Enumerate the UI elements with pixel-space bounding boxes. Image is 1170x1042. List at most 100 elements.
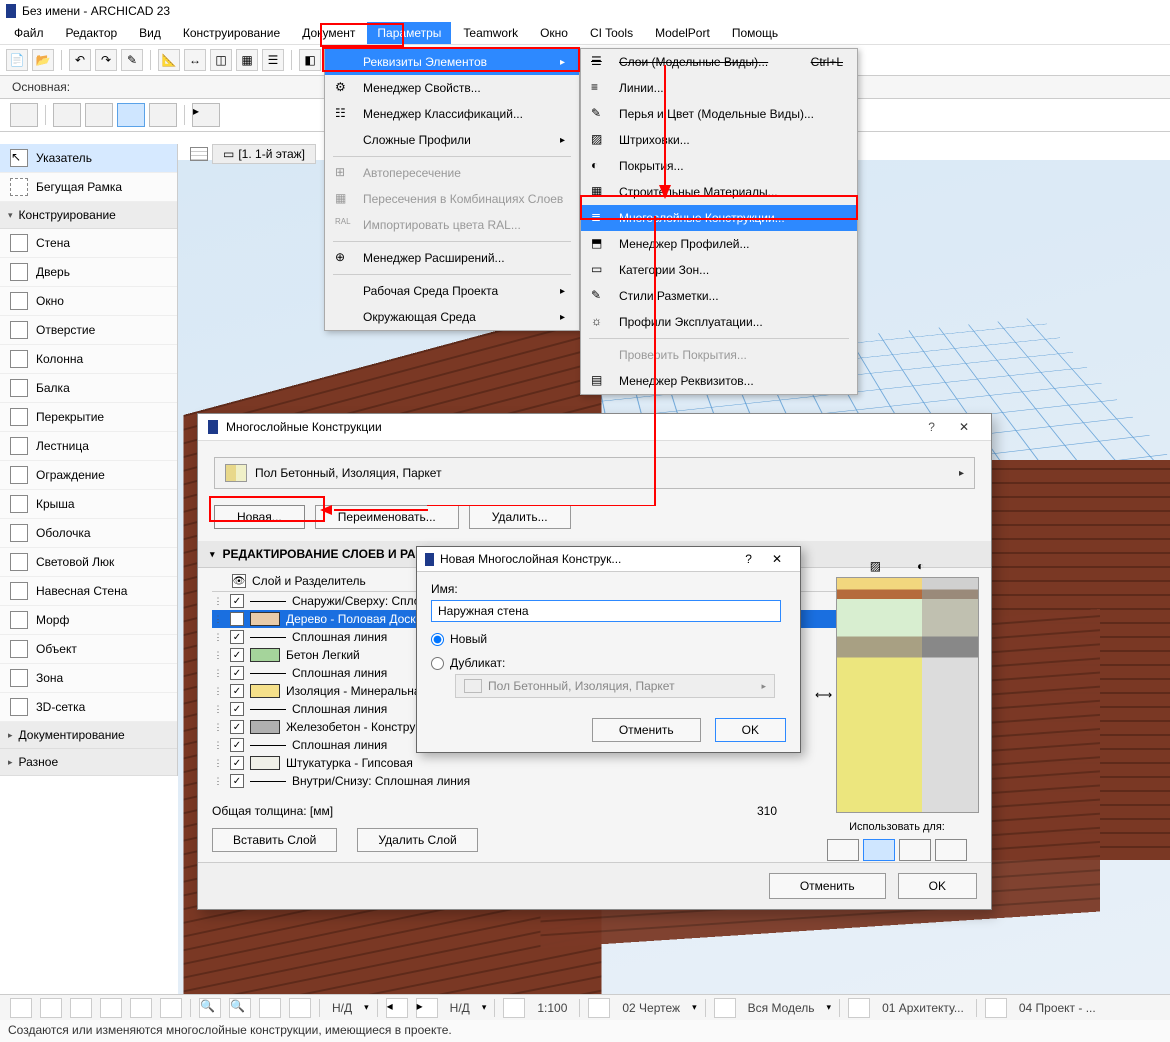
checkbox[interactable]: ✓ bbox=[230, 666, 244, 680]
rename-button[interactable]: Переименовать... bbox=[315, 505, 459, 529]
help-icon[interactable]: ? bbox=[916, 420, 947, 434]
material-swatch[interactable] bbox=[250, 720, 280, 734]
menu-document[interactable]: Документ bbox=[292, 22, 365, 44]
menu-project-pref[interactable]: Рабочая Среда Проекта▸ bbox=[325, 278, 579, 304]
nav-icon[interactable] bbox=[40, 998, 62, 1018]
tool-roof[interactable]: Крыша bbox=[0, 490, 177, 519]
dim-icon[interactable] bbox=[848, 998, 870, 1018]
tool-door[interactable]: Дверь bbox=[0, 258, 177, 287]
nav-icon[interactable] bbox=[70, 998, 92, 1018]
tool-marquee[interactable]: Бегущая Рамка bbox=[0, 173, 177, 202]
checkbox[interactable]: ✓ bbox=[230, 756, 244, 770]
selmode-4[interactable] bbox=[117, 103, 145, 127]
material-swatch[interactable] bbox=[250, 648, 280, 662]
checkbox[interactable]: ✓ bbox=[230, 594, 244, 608]
drag-grip-icon[interactable]: ⋮ bbox=[212, 776, 224, 787]
layer-icon[interactable]: ☰ bbox=[262, 49, 284, 71]
tool-a-icon[interactable]: ◧ bbox=[299, 49, 321, 71]
submenu-operation[interactable]: ☼Профили Эксплуатации... bbox=[581, 309, 857, 335]
menu-work-env[interactable]: Окружающая Среда▸ bbox=[325, 304, 579, 330]
tool-zone[interactable]: Зона bbox=[0, 664, 177, 693]
tab-floorplan[interactable]: ▭ [1. 1-й этаж] bbox=[212, 144, 316, 164]
use-shell-icon[interactable] bbox=[935, 839, 967, 861]
dim-icon[interactable]: ↔ bbox=[184, 49, 206, 71]
model-icon[interactable] bbox=[714, 998, 736, 1018]
redo-icon[interactable]: ↷ bbox=[95, 49, 117, 71]
nav-icon[interactable] bbox=[130, 998, 152, 1018]
tool-wall[interactable]: Стена bbox=[0, 229, 177, 258]
snap-icon[interactable]: ◫ bbox=[210, 49, 232, 71]
tool-column[interactable]: Колонна bbox=[0, 345, 177, 374]
dropdown-arrow-icon[interactable]: ▾ bbox=[692, 1002, 697, 1013]
tool-mesh[interactable]: 3D-сетка bbox=[0, 693, 177, 722]
checkbox[interactable]: ✓ bbox=[230, 774, 244, 788]
group-misc[interactable]: ▸Разное bbox=[0, 749, 177, 776]
drag-grip-icon[interactable]: ⋮ bbox=[212, 632, 224, 643]
project-icon[interactable] bbox=[985, 998, 1007, 1018]
tool-morph[interactable]: Морф bbox=[0, 606, 177, 635]
checkbox[interactable]: ✓ bbox=[230, 648, 244, 662]
ok-button[interactable]: OK bbox=[898, 873, 977, 899]
checkbox[interactable]: ✓ bbox=[230, 702, 244, 716]
composite-selector[interactable]: Пол Бетонный, Изоляция, Паркет ▸ bbox=[214, 457, 975, 489]
nav-icon[interactable] bbox=[100, 998, 122, 1018]
radio-new[interactable]: Новый bbox=[431, 632, 786, 646]
use-slab-icon[interactable] bbox=[863, 839, 895, 861]
submenu-lines[interactable]: ≡Линии... bbox=[581, 75, 857, 101]
nav-icon[interactable] bbox=[10, 998, 32, 1018]
submenu-markup[interactable]: ✎Стили Разметки... bbox=[581, 283, 857, 309]
nav-next-icon[interactable]: ▸ bbox=[416, 998, 438, 1018]
menu-design[interactable]: Конструирование bbox=[173, 22, 290, 44]
submenu-profiles[interactable]: ⬒Менеджер Профилей... bbox=[581, 231, 857, 257]
drag-grip-icon[interactable]: ⋮ bbox=[212, 704, 224, 715]
selmode-5[interactable] bbox=[149, 103, 177, 127]
close-icon[interactable]: ✕ bbox=[762, 552, 792, 566]
radio-dup-input[interactable] bbox=[431, 657, 444, 670]
remove-layer-button[interactable]: Удалить Слой bbox=[357, 828, 477, 852]
tool-slab[interactable]: Перекрытие bbox=[0, 403, 177, 432]
menu-help[interactable]: Помощь bbox=[722, 22, 788, 44]
group-doc[interactable]: ▸Документирование bbox=[0, 722, 177, 749]
submenu-composites[interactable]: ≣Многослойные Конструкции... bbox=[581, 205, 857, 231]
menu-element-attributes[interactable]: Реквизиты Элементов▸ bbox=[325, 49, 579, 75]
scale-icon[interactable] bbox=[503, 998, 525, 1018]
radio-new-input[interactable] bbox=[431, 633, 444, 646]
menu-window[interactable]: Окно bbox=[530, 22, 578, 44]
menu-edit[interactable]: Редактор bbox=[56, 22, 128, 44]
material-swatch[interactable] bbox=[250, 684, 280, 698]
fit-icon[interactable] bbox=[259, 998, 281, 1018]
sd-ok-button[interactable]: OK bbox=[715, 718, 786, 742]
pen-set-icon[interactable] bbox=[588, 998, 610, 1018]
new-button[interactable]: Новая... bbox=[214, 505, 305, 529]
submenu-attrmgr[interactable]: ▤Менеджер Реквизитов... bbox=[581, 368, 857, 394]
checkbox[interactable]: ✓ bbox=[230, 630, 244, 644]
tool-opening[interactable]: Отверстие bbox=[0, 316, 177, 345]
arrow-icon[interactable]: ▸ bbox=[192, 103, 220, 127]
submenu-materials[interactable]: ▦Строительные Материалы... bbox=[581, 179, 857, 205]
tool-shell[interactable]: Оболочка bbox=[0, 519, 177, 548]
tool-railing[interactable]: Ограждение bbox=[0, 461, 177, 490]
measure-icon[interactable]: 📐 bbox=[158, 49, 180, 71]
nav-icon[interactable] bbox=[160, 998, 182, 1018]
drag-grip-icon[interactable]: ⋮ bbox=[212, 686, 224, 697]
selmode-2[interactable] bbox=[53, 103, 81, 127]
drag-grip-icon[interactable]: ⋮ bbox=[212, 668, 224, 679]
new-icon[interactable]: 📄 bbox=[6, 49, 28, 71]
checkbox[interactable]: ✓ bbox=[230, 720, 244, 734]
menu-file[interactable]: Файл bbox=[4, 22, 54, 44]
checkbox[interactable]: ✓ bbox=[230, 612, 244, 626]
tool-object[interactable]: Объект bbox=[0, 635, 177, 664]
nav-prev-icon[interactable]: ◂ bbox=[386, 998, 408, 1018]
selmode-1[interactable] bbox=[10, 103, 38, 127]
zoom-out-icon[interactable]: 🔍 bbox=[229, 998, 251, 1018]
checkbox[interactable]: ✓ bbox=[230, 684, 244, 698]
menu-classification[interactable]: ☷Менеджер Классификаций... bbox=[325, 101, 579, 127]
menu-teamwork[interactable]: Teamwork bbox=[453, 22, 528, 44]
tool-pointer[interactable]: ↖ Указатель bbox=[0, 144, 177, 173]
menu-view[interactable]: Вид bbox=[129, 22, 171, 44]
menu-addons[interactable]: ⊕Менеджер Расширений... bbox=[325, 245, 579, 271]
windows-grid-icon[interactable] bbox=[190, 147, 208, 161]
help-icon[interactable]: ? bbox=[735, 552, 762, 566]
tool-stair[interactable]: Лестница bbox=[0, 432, 177, 461]
tool-window[interactable]: Окно bbox=[0, 287, 177, 316]
